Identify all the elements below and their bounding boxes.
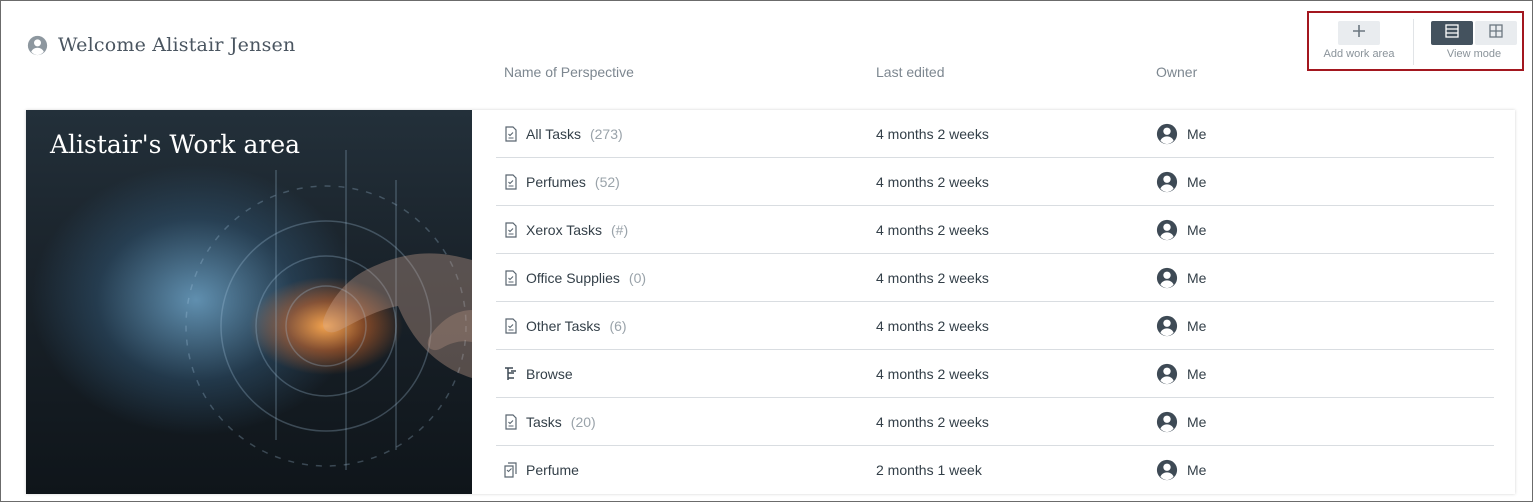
add-button-face[interactable]: [1338, 21, 1380, 45]
owner-avatar-icon: [1156, 315, 1178, 337]
welcome-header: Welcome Alistair Jensen: [27, 34, 295, 56]
perspective-count: (20): [570, 414, 596, 430]
stacked-documents-icon: [504, 462, 518, 478]
perspective-count: (273): [589, 126, 623, 142]
perspective-count: (0): [628, 270, 647, 286]
grid-view-button[interactable]: [1475, 21, 1517, 45]
owner-cell: Me: [1156, 254, 1206, 302]
column-header-last-edited[interactable]: Last edited: [876, 64, 945, 80]
owner-name: Me: [1187, 270, 1207, 286]
owner-cell: Me: [1156, 302, 1206, 350]
list-view-button[interactable]: [1431, 21, 1473, 45]
owner-avatar-icon: [1156, 267, 1178, 289]
last-edited-cell: 4 months 2 weeks: [876, 414, 989, 430]
perspective-name-cell: Other Tasks (6): [504, 302, 627, 350]
owner-name: Me: [1187, 462, 1207, 478]
owner-avatar-icon: [1156, 123, 1178, 145]
perspective-name: Other Tasks: [526, 318, 601, 334]
perspective-row[interactable]: Tasks (20) 4 months 2 weeks Me: [496, 398, 1494, 446]
owner-name: Me: [1187, 318, 1207, 334]
last-edited-cell: 4 months 2 weeks: [876, 366, 989, 382]
last-edited-cell: 4 months 2 weeks: [876, 222, 989, 238]
owner-cell: Me: [1156, 350, 1206, 398]
tree-icon: [504, 366, 518, 382]
perspective-row[interactable]: Perfumes (52) 4 months 2 weeks Me: [496, 158, 1494, 206]
perspective-name-cell: Browse: [504, 350, 582, 398]
document-icon: [504, 318, 518, 334]
app-window: Welcome Alistair Jensen Name of Perspect…: [0, 0, 1533, 502]
owner-avatar-icon: [1156, 171, 1178, 193]
plus-icon: [1352, 24, 1366, 43]
owner-cell: Me: [1156, 206, 1206, 254]
owner-cell: Me: [1156, 398, 1206, 446]
toolbar-panel: Add work area View mode: [1307, 11, 1524, 71]
perspective-row[interactable]: Xerox Tasks (#) 4 months 2 weeks Me: [496, 206, 1494, 254]
perspective-row[interactable]: Browse 4 months 2 weeks Me: [496, 350, 1494, 398]
toolbar-divider: [1413, 19, 1414, 65]
perspective-count: (52): [594, 174, 620, 190]
owner-name: Me: [1187, 414, 1207, 430]
last-edited-cell: 4 months 2 weeks: [876, 318, 989, 334]
owner-name: Me: [1187, 366, 1207, 382]
column-header-owner[interactable]: Owner: [1156, 64, 1197, 80]
perspective-name: Browse: [526, 366, 573, 382]
perspective-name-cell: Perfumes (52): [504, 158, 620, 206]
perspective-name-cell: Perfume: [504, 446, 588, 494]
perspective-row[interactable]: Office Supplies (0) 4 months 2 weeks Me: [496, 254, 1494, 302]
owner-name: Me: [1187, 174, 1207, 190]
perspective-list: All Tasks (273) 4 months 2 weeks Me Perf…: [496, 110, 1494, 494]
document-icon: [504, 126, 518, 142]
perspective-count: (#): [611, 222, 629, 238]
work-area-hero-image[interactable]: Alistair's Work area: [26, 110, 472, 494]
perspective-name-cell: Office Supplies (0): [504, 254, 646, 302]
perspective-name-cell: Xerox Tasks (#): [504, 206, 628, 254]
owner-name: Me: [1187, 222, 1207, 238]
owner-name: Me: [1187, 126, 1207, 142]
work-area-card: Alistair's Work area All Tasks (273) 4 m…: [26, 110, 1515, 494]
last-edited-cell: 4 months 2 weeks: [876, 174, 989, 190]
owner-avatar-icon: [1156, 459, 1178, 481]
perspective-name: All Tasks: [526, 126, 581, 142]
welcome-title: Welcome Alistair Jensen: [58, 34, 296, 56]
perspective-name: Perfumes: [526, 174, 586, 190]
perspective-row[interactable]: Other Tasks (6) 4 months 2 weeks Me: [496, 302, 1494, 350]
user-circle-icon: [27, 35, 48, 56]
grid-view-icon: [1489, 23, 1503, 43]
perspective-name: Office Supplies: [526, 270, 620, 286]
perspective-row[interactable]: Perfume 2 months 1 week Me: [496, 446, 1494, 494]
document-icon: [504, 174, 518, 190]
perspective-name: Xerox Tasks: [526, 222, 602, 238]
last-edited-cell: 4 months 2 weeks: [876, 270, 989, 286]
hero-artwork: [185, 150, 472, 470]
perspective-name: Perfume: [526, 462, 579, 478]
owner-avatar-icon: [1156, 411, 1178, 433]
owner-cell: Me: [1156, 110, 1206, 158]
last-edited-cell: 4 months 2 weeks: [876, 126, 989, 142]
perspective-count: (6): [609, 318, 627, 334]
document-icon: [504, 414, 518, 430]
view-mode-group: View mode: [1427, 21, 1521, 67]
list-view-icon: [1445, 23, 1459, 43]
last-edited-cell: 2 months 1 week: [876, 462, 982, 478]
add-work-area-button[interactable]: Add work area: [1315, 21, 1403, 67]
add-work-area-label: Add work area: [1323, 48, 1395, 60]
owner-avatar-icon: [1156, 219, 1178, 241]
perspective-row[interactable]: All Tasks (273) 4 months 2 weeks Me: [496, 110, 1494, 158]
perspective-name-cell: Tasks (20): [504, 398, 596, 446]
document-icon: [504, 222, 518, 238]
perspective-name-cell: All Tasks (273): [504, 110, 623, 158]
column-header-name[interactable]: Name of Perspective: [504, 64, 634, 80]
view-mode-label: View mode: [1446, 48, 1502, 60]
owner-cell: Me: [1156, 446, 1206, 494]
owner-cell: Me: [1156, 158, 1206, 206]
perspective-name: Tasks: [526, 414, 562, 430]
owner-avatar-icon: [1156, 363, 1178, 385]
document-icon: [504, 270, 518, 286]
work-area-title: Alistair's Work area: [50, 130, 301, 159]
